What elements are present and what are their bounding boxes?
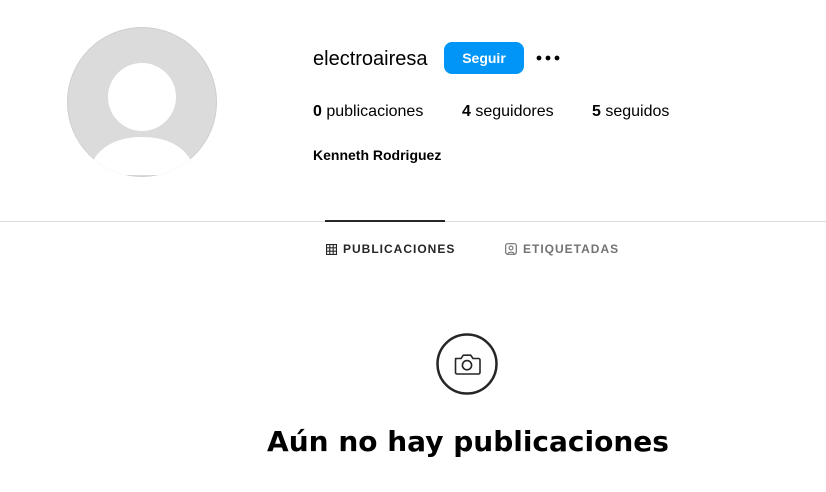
- grid-icon: [326, 243, 337, 255]
- tab-etiquetadas-label: ETIQUETADAS: [523, 242, 620, 256]
- active-tab-indicator: [325, 220, 445, 222]
- tagged-icon: [505, 243, 517, 255]
- more-options-button[interactable]: [535, 47, 561, 69]
- followers-stat[interactable]: 4 seguidores: [462, 101, 554, 123]
- profile-full-name: Kenneth Rodriguez: [313, 147, 442, 163]
- posts-label: publicaciones: [326, 103, 424, 120]
- following-label: seguidos: [605, 103, 670, 120]
- followers-label: seguidores: [475, 103, 554, 120]
- profile-username: electroairesa: [313, 48, 428, 70]
- tab-publicaciones-label: PUBLICACIONES: [343, 242, 456, 256]
- tab-publicaciones[interactable]: PUBLICACIONES: [326, 240, 455, 258]
- following-stat[interactable]: 5 seguidos: [592, 101, 669, 123]
- profile-avatar[interactable]: [67, 27, 217, 177]
- empty-state-title: Aún no hay publicaciones: [267, 425, 669, 458]
- posts-count: 0: [313, 103, 322, 120]
- default-avatar-icon: [87, 63, 197, 175]
- follow-button[interactable]: Seguir: [444, 42, 524, 74]
- following-count: 5: [592, 103, 601, 120]
- posts-stat: 0 publicaciones: [313, 101, 423, 123]
- camera-icon: [436, 333, 498, 395]
- more-options-icon: [536, 55, 560, 61]
- tab-etiquetadas[interactable]: ETIQUETADAS: [505, 240, 619, 258]
- followers-count: 4: [462, 103, 471, 120]
